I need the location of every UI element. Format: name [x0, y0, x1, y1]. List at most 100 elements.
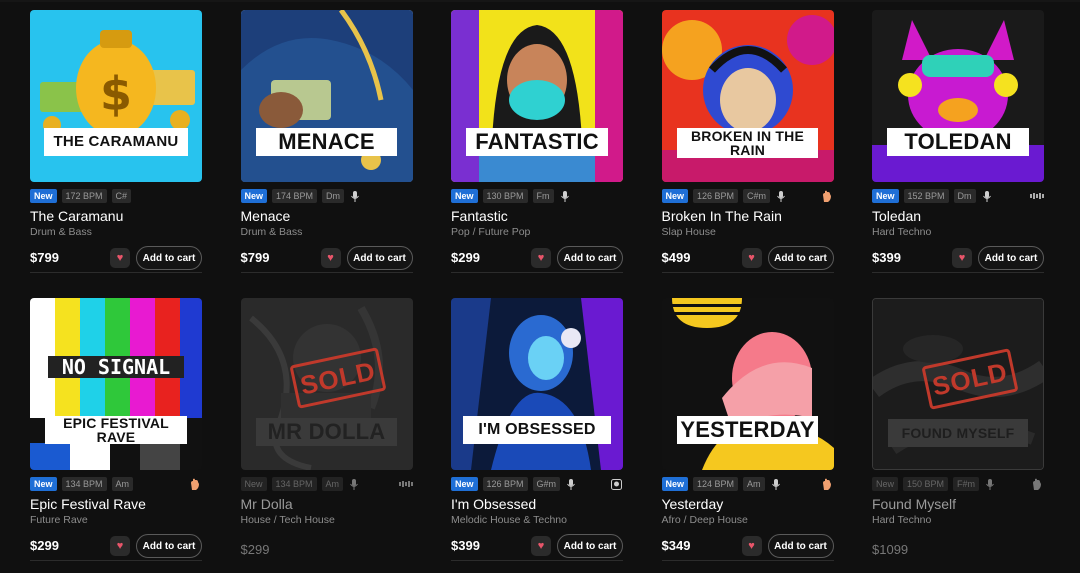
- track-name[interactable]: Toledan: [872, 208, 921, 224]
- track-name[interactable]: Yesterday: [662, 496, 724, 512]
- bpm-badge: 126 BPM: [482, 477, 528, 491]
- heart-icon[interactable]: ♥: [741, 248, 762, 268]
- cover-art[interactable]: NO SIGNAL EPIC FESTIVAL RAVE: [30, 298, 202, 470]
- microphone-icon: [775, 189, 787, 203]
- track-genre: Melodic House & Techno: [451, 514, 567, 526]
- heart-icon[interactable]: ♥: [952, 248, 972, 268]
- key-badge: Am: [111, 477, 134, 491]
- new-badge: New: [872, 189, 899, 203]
- track-price: $399: [872, 250, 901, 265]
- track-genre: Hard Techno: [872, 226, 932, 238]
- microphone-icon: [348, 477, 360, 491]
- product-card[interactable]: MENACE New 174 BPM Dm Menace Drum & Bass…: [240, 10, 413, 273]
- hand-icon: [1032, 476, 1042, 492]
- track-genre: Drum & Bass: [30, 226, 92, 238]
- add-to-cart-button[interactable]: Add to cart: [557, 534, 623, 558]
- cover-title: FANTASTIC: [466, 128, 608, 156]
- cover-title: MR DOLLA: [255, 418, 398, 446]
- track-meta: New 126 BPM G#m: [451, 476, 577, 492]
- microphone-icon: [984, 477, 996, 491]
- heart-icon[interactable]: ♥: [741, 536, 762, 556]
- cover-title: MENACE: [255, 128, 398, 156]
- new-badge: New: [661, 189, 689, 203]
- cover-art[interactable]: TOLEDAN: [872, 10, 1044, 182]
- track-meta: New 124 BPM Am: [661, 476, 782, 492]
- product-card[interactable]: SOLD MR DOLLA New 134 BPM Am Mr Dolla Ho…: [240, 298, 413, 560]
- track-genre: Future Rave: [30, 514, 88, 526]
- bpm-badge: 134 BPM: [271, 477, 317, 491]
- heart-icon[interactable]: ♥: [320, 248, 341, 268]
- product-card[interactable]: SOLD FOUND MYSELF New 150 BPM F#m Found …: [872, 298, 1044, 560]
- cover-art[interactable]: FANTASTIC: [451, 10, 623, 182]
- add-to-cart-button[interactable]: Add to cart: [978, 246, 1044, 270]
- track-genre: Afro / Deep House: [661, 514, 748, 526]
- product-card[interactable]: FANTASTIC New 130 BPM Fm Fantastic Pop /…: [451, 10, 623, 273]
- hand-icon: [190, 476, 200, 492]
- bpm-badge: 174 BPM: [272, 189, 318, 203]
- cover-art[interactable]: SOLD MR DOLLA: [240, 298, 413, 470]
- heart-icon[interactable]: ♥: [531, 536, 551, 556]
- card-divider: [30, 560, 202, 561]
- new-badge: New: [240, 477, 267, 491]
- heart-icon[interactable]: ♥: [110, 248, 130, 268]
- cover-art[interactable]: SOLD FOUND MYSELF: [872, 298, 1044, 470]
- key-badge: F#m: [953, 477, 980, 491]
- cover-title: THE CARAMANU: [43, 128, 189, 156]
- add-to-cart-button[interactable]: Add to cart: [136, 246, 202, 270]
- bpm-badge: 126 BPM: [693, 189, 739, 203]
- track-name[interactable]: I'm Obsessed: [451, 496, 536, 512]
- track-name[interactable]: The Caramanu: [30, 208, 123, 224]
- product-card[interactable]: YESTERDAY New 124 BPM Am Yesterday Afro …: [661, 298, 834, 561]
- cover-title: YESTERDAY: [676, 416, 819, 444]
- bpm-badge: 152 BPM: [903, 189, 949, 203]
- product-card[interactable]: I'M OBSESSED New 126 BPM G#m I'm Obsesse…: [451, 298, 623, 561]
- card-divider: [451, 560, 623, 561]
- track-meta: New 134 BPM Am: [240, 476, 361, 492]
- track-name[interactable]: Mr Dolla: [241, 496, 293, 512]
- card-divider: [661, 272, 834, 273]
- add-to-cart-button[interactable]: Add to cart: [767, 246, 834, 270]
- cover-title: BROKEN IN THE RAIN: [676, 128, 819, 158]
- track-meta: New 134 BPM Am: [30, 476, 134, 492]
- bpm-badge: 150 BPM: [903, 477, 949, 491]
- card-divider: [240, 272, 413, 273]
- track-meta: New 152 BPM Dm: [872, 188, 993, 204]
- track-price: $349: [661, 538, 691, 553]
- product-card[interactable]: $ THE CARAMANU New 172 BPM C# The Carama…: [30, 10, 202, 273]
- track-name[interactable]: Broken In The Rain: [662, 208, 782, 224]
- svg-text:$: $: [100, 67, 132, 121]
- cover-art[interactable]: MENACE: [240, 10, 413, 182]
- track-meta: New 150 BPM F#m: [872, 476, 996, 492]
- track-genre: Hard Techno: [872, 514, 932, 526]
- product-card[interactable]: BROKEN IN THE RAIN New 126 BPM C#m Broke…: [661, 10, 834, 273]
- heart-icon[interactable]: ♥: [531, 248, 551, 268]
- track-name[interactable]: Fantastic: [451, 208, 508, 224]
- track-meta: New 130 BPM Fm: [451, 188, 571, 204]
- add-to-cart-button[interactable]: Add to cart: [767, 534, 834, 558]
- cover-signal-text: NO SIGNAL: [61, 355, 171, 379]
- track-meta: New 174 BPM Dm: [240, 188, 362, 204]
- add-to-cart-button[interactable]: Add to cart: [557, 246, 623, 270]
- microphone-icon: [559, 189, 571, 203]
- track-name[interactable]: Found Myself: [872, 496, 956, 512]
- hand-icon: [822, 188, 832, 204]
- track-price: $799: [30, 250, 59, 265]
- track-name[interactable]: Menace: [241, 208, 291, 224]
- track-meta: New 172 BPM C#: [30, 188, 132, 204]
- track-name[interactable]: Epic Festival Rave: [30, 496, 146, 512]
- heart-icon[interactable]: ♥: [110, 536, 130, 556]
- cover-art[interactable]: BROKEN IN THE RAIN: [661, 10, 834, 182]
- add-to-cart-button[interactable]: Add to cart: [346, 246, 413, 270]
- new-badge: New: [30, 189, 57, 203]
- cover-art[interactable]: YESTERDAY: [661, 298, 834, 470]
- product-card[interactable]: NO SIGNAL EPIC FESTIVAL RAVE New 134 BPM…: [30, 298, 202, 561]
- stems-icon: [1030, 188, 1044, 204]
- product-card[interactable]: TOLEDAN New 152 BPM Dm Toledan Hard Tech…: [872, 10, 1044, 273]
- add-to-cart-button[interactable]: Add to cart: [136, 534, 202, 558]
- card-divider: [872, 272, 1044, 273]
- card-divider: [451, 272, 623, 273]
- key-badge: Dm: [953, 189, 976, 203]
- key-badge: C#m: [743, 189, 771, 203]
- cover-art[interactable]: I'M OBSESSED: [451, 298, 623, 470]
- cover-art[interactable]: $ THE CARAMANU: [30, 10, 202, 182]
